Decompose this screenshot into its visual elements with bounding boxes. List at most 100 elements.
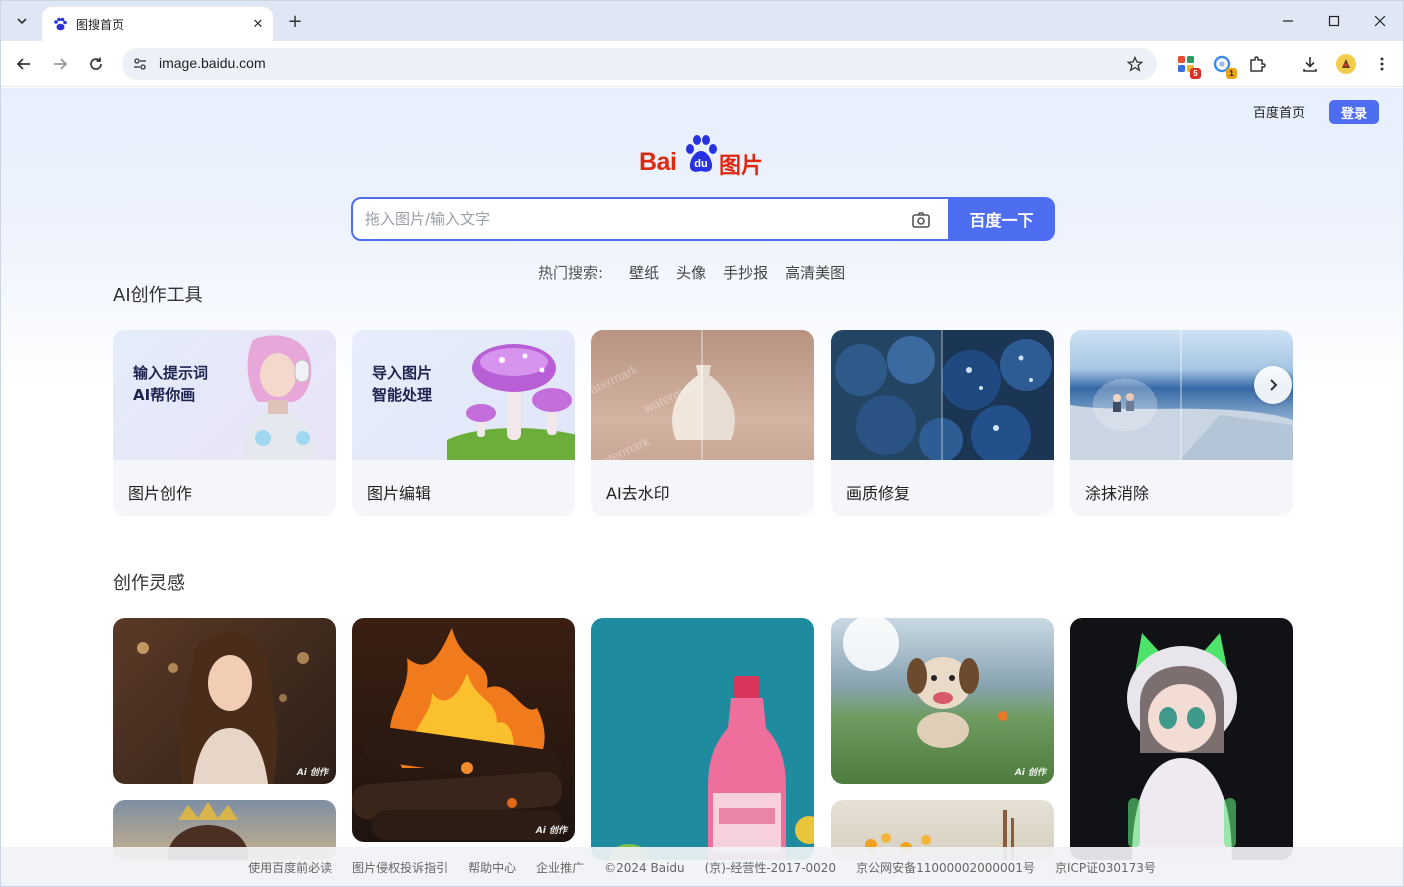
tool-card-image-edit[interactable]: 导入图片 智能处理 图片编辑 [352,330,575,516]
thumb-text: 输入提示词 [133,364,209,382]
sync-extension-icon[interactable]: 1 [1210,52,1237,79]
tab-search-button[interactable] [9,8,35,34]
footer-link[interactable]: 图片侵权投诉指引 [352,859,448,876]
back-button[interactable] [9,49,39,79]
inspiration-image-dog[interactable]: Ai 创作 [831,618,1054,784]
search-bar: 百度一下 [351,197,1055,241]
download-icon[interactable] [1298,52,1322,76]
ai-tools-title: AI创作工具 [113,285,203,306]
baidu-paw-icon: du [686,135,717,172]
footer-link[interactable]: 帮助中心 [468,859,516,876]
footer-license[interactable]: 京ICP证030173号 [1055,859,1156,876]
site-info-icon[interactable] [131,55,149,73]
inspiration-title: 创作灵感 [113,573,185,594]
inspiration-image-fire[interactable]: Ai 创作 [352,618,575,842]
hot-search: 热门搜索: 壁纸 头像 手抄报 高清美图 [538,262,862,283]
logo-brand-text: Bai [639,148,677,176]
new-tab-button[interactable]: + [283,9,307,33]
footer-license[interactable]: (京)-经营性-2017-0020 [705,859,836,876]
baidu-image-logo[interactable]: Bai du 图片 [639,134,769,179]
ai-creation-tag: Ai 创作 [535,826,567,836]
thumb-text: 智能处理 [372,386,433,404]
portrait-illustration [137,632,309,784]
tool-label: 图片创作 [128,484,193,503]
watermark-text: watermark [591,361,641,401]
footer-link[interactable]: 使用百度前必读 [248,859,332,876]
hot-search-keyword[interactable]: 壁纸 [629,262,659,283]
tool-label: AI去水印 [606,484,670,503]
tab-strip: 图搜首页 ✕ + [1,1,1403,41]
hot-search-keyword[interactable]: 手抄报 [723,262,768,283]
tab-title: 图搜首页 [76,17,125,32]
profile-avatar[interactable] [1334,52,1358,76]
inspiration-image-woman[interactable]: Ai 创作 [113,618,336,784]
dog-illustration [843,618,1008,748]
maximize-button[interactable] [1311,1,1357,41]
tool-card-erase[interactable]: 涂抹消除 [1070,330,1293,516]
soda-bottle-illustration [609,676,814,860]
campfire-illustration [352,628,562,840]
maximize-icon [1328,15,1340,27]
url-text: image.baidu.com [159,55,266,71]
robot-girl-illustration [243,335,317,460]
tool-card-quality-restore[interactable]: 画质修复 [831,330,1054,516]
extensions-puzzle-icon[interactable] [1245,52,1269,76]
chevron-right-icon [1270,379,1278,391]
footer: 使用百度前必读 图片侵权投诉指引 帮助中心 企业推广 ©2024 Baidu (… [1,847,1403,886]
hot-search-label: 热门搜索: [538,264,604,282]
baidu-home-link[interactable]: 百度首页 [1253,102,1305,121]
reload-icon [90,57,102,70]
browser-menu-icon[interactable] [1370,52,1394,76]
reload-button[interactable] [81,49,111,79]
camera-icon[interactable] [911,211,931,229]
chevron-down-icon [17,18,27,25]
close-icon [1374,15,1386,27]
apps-extension-icon[interactable]: 5 [1174,52,1201,79]
forward-button[interactable] [45,49,75,79]
footer-copyright: ©2024 Baidu [604,860,685,875]
search-box [351,197,948,241]
search-input[interactable] [365,199,905,239]
footer-license[interactable]: 京公网安备11000002000001号 [856,859,1035,876]
forward-arrow-icon [54,58,68,70]
close-window-button[interactable] [1357,1,1403,41]
tool-label: 涂抹消除 [1085,484,1150,503]
address-bar[interactable]: image.baidu.com [122,48,1157,80]
back-arrow-icon [16,58,30,70]
thumb-text: AI帮你画 [133,386,196,404]
login-button[interactable]: 登录 [1329,100,1379,124]
inspiration-image-soda[interactable] [591,618,814,860]
mushroom-illustration [447,344,575,460]
tab-active[interactable]: 图搜首页 ✕ [42,7,273,41]
hot-search-keyword[interactable]: 高清美图 [785,262,845,283]
ai-creation-tag: Ai 创作 [1014,768,1046,778]
tool-label: 图片编辑 [367,484,432,503]
extension-badge: 1 [1226,68,1237,79]
tool-thumbnail: 导入图片 智能处理 [352,330,575,460]
tab-close-icon[interactable]: ✕ [247,13,269,35]
thumb-text: 导入图片 [372,364,433,382]
tool-thumbnail [831,330,1054,460]
carousel-next-button[interactable] [1254,366,1292,404]
inspiration-image-doll[interactable] [1070,618,1293,860]
extension-badge: 5 [1190,68,1201,79]
baidu-paw-favicon-icon [52,16,68,32]
blueberries-illustration [831,330,1052,460]
tool-thumbnail: 输入提示词 AI帮你画 [113,330,336,460]
logo-product-text: 图片 [719,154,764,179]
page-content: 百度首页 登录 Bai du 图片 百度一下 热门搜索: 壁纸 头 [1,88,1403,886]
browser-toolbar: image.baidu.com 5 1 [1,41,1403,87]
hot-search-keyword[interactable]: 头像 [676,262,706,283]
tool-card-image-create[interactable]: 输入提示词 AI帮你画 图片创作 [113,330,336,516]
bookmark-star-icon[interactable] [1125,54,1145,74]
minimize-button[interactable] [1265,1,1311,41]
vase-illustration: watermark watermark watermark [591,330,735,460]
minimize-icon [1283,20,1293,22]
watermark-text: watermark [591,433,652,460]
footer-link[interactable]: 企业推广 [536,859,584,876]
tool-thumbnail: watermark watermark watermark [591,330,814,460]
search-button[interactable]: 百度一下 [948,197,1055,241]
doll-illustration [1127,633,1237,860]
ai-creation-tag: Ai 创作 [296,768,328,778]
tool-card-watermark-remove[interactable]: watermark watermark watermark AI去水印 [591,330,814,516]
